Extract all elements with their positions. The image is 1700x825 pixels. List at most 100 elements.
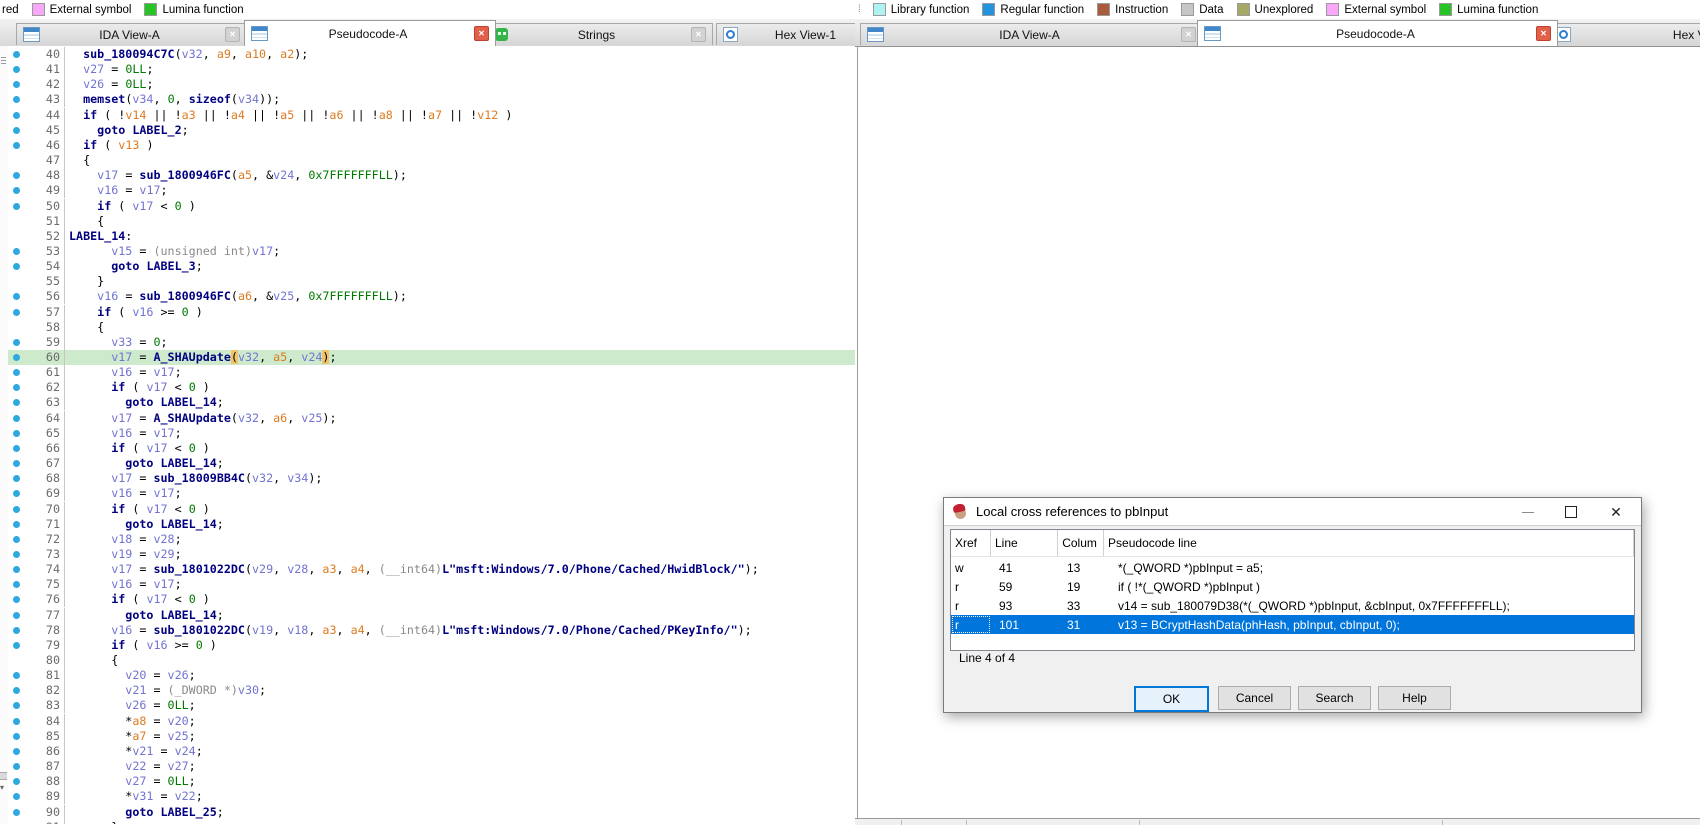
code-text[interactable]: if ( !v14 || !a3 || !a4 || !a5 || !a6 ||…	[64, 108, 855, 123]
code-line[interactable]: 45 goto LABEL_2;	[8, 123, 855, 138]
code-line[interactable]: 91 }	[8, 820, 855, 824]
code-text[interactable]: v27 = 0LL;	[64, 62, 855, 77]
code-line[interactable]: 70 if ( v17 < 0 )	[8, 502, 855, 517]
code-text[interactable]: v20 = v26;	[64, 668, 855, 683]
code-line[interactable]: 85 *a7 = v25;	[8, 729, 855, 744]
code-line[interactable]: 78 v16 = sub_1801022DC(v19, v18, a3, a4,…	[8, 623, 855, 638]
code-text[interactable]: }	[64, 820, 855, 824]
list-header[interactable]: XrefLineColumPseudocode line	[951, 530, 1634, 557]
code-text[interactable]: *a8 = v20;	[64, 714, 855, 729]
code-text[interactable]: v27 = 0LL;	[64, 774, 855, 789]
code-text[interactable]: v16 = v17;	[64, 426, 855, 441]
code-text[interactable]: v17 = sub_1800946FC(a5, &v24, 0x7FFFFFFF…	[64, 168, 855, 183]
code-line[interactable]: 80 {	[8, 653, 855, 668]
tab-close-icon[interactable]: ✕	[691, 27, 706, 42]
code-line[interactable]: 67 goto LABEL_14;	[8, 456, 855, 471]
code-line[interactable]: 68 v17 = sub_18009BB4C(v32, v34);	[8, 471, 855, 486]
code-line[interactable]: 49 v16 = v17;	[8, 183, 855, 198]
code-text[interactable]: v19 = v29;	[64, 547, 855, 562]
code-text[interactable]: goto LABEL_14;	[64, 395, 855, 410]
code-text[interactable]: v17 = sub_1801022DC(v29, v28, a3, a4, (_…	[64, 562, 855, 577]
code-text[interactable]: *v31 = v22;	[64, 789, 855, 804]
code-line[interactable]: 71 goto LABEL_14;	[8, 517, 855, 532]
help-button[interactable]: Help	[1378, 686, 1451, 710]
xref-row[interactable]: r10131v13 = BCryptHashData(phHash, pbInp…	[951, 615, 1634, 634]
code-line[interactable]: 66 if ( v17 < 0 )	[8, 441, 855, 456]
code-text[interactable]: if ( v17 < 0 )	[64, 592, 855, 607]
code-text[interactable]: v16 = v17;	[64, 183, 855, 198]
tab-close-icon[interactable]: ✕	[1536, 26, 1551, 41]
code-line[interactable]: 86 *v21 = v24;	[8, 744, 855, 759]
code-text[interactable]: if ( v17 < 0 )	[64, 380, 855, 395]
code-line[interactable]: 42 v26 = 0LL;	[8, 77, 855, 92]
xref-row[interactable]: r5919if ( !*(_QWORD *)pbInput )	[951, 577, 1634, 596]
code-line[interactable]: 55 }	[8, 274, 855, 289]
code-text[interactable]: v33 = 0;	[64, 335, 855, 350]
code-line[interactable]: 84 *a8 = v20;	[8, 714, 855, 729]
code-line[interactable]: 75 v16 = v17;	[8, 577, 855, 592]
code-line[interactable]: 43 memset(v34, 0, sizeof(v34));	[8, 92, 855, 107]
tab-strings[interactable]: Strings✕	[488, 23, 713, 45]
chevron-down-icon[interactable]: ▾	[0, 784, 8, 792]
code-line[interactable]: 74 v17 = sub_1801022DC(v29, v28, a3, a4,…	[8, 562, 855, 577]
code-text[interactable]: if ( v17 < 0 )	[64, 199, 855, 214]
column-header-pseudocode-line[interactable]: Pseudocode line	[1104, 530, 1634, 556]
code-line[interactable]: 87 v22 = v27;	[8, 759, 855, 774]
tab-pseudocode-a[interactable]: Pseudocode-A✕	[244, 20, 496, 46]
code-text[interactable]: }	[64, 274, 855, 289]
code-line[interactable]: 57 if ( v16 >= 0 )	[8, 305, 855, 320]
cancel-button[interactable]: Cancel	[1218, 686, 1291, 710]
code-line[interactable]: 58 {	[8, 320, 855, 335]
code-text[interactable]: v21 = (_DWORD *)v30;	[64, 683, 855, 698]
code-line[interactable]: 47 {	[8, 153, 855, 168]
tab-hex-view-1[interactable]: Hex View-1	[1549, 23, 1700, 45]
code-line[interactable]: 60 v17 = A_SHAUpdate(v32, a5, v24);	[8, 350, 855, 365]
code-line[interactable]: 89 *v31 = v22;	[8, 789, 855, 804]
tab-pseudocode-a[interactable]: Pseudocode-A✕	[1197, 20, 1558, 46]
column-header-xref[interactable]: Xref	[951, 530, 991, 556]
code-text[interactable]: v16 = v17;	[64, 365, 855, 380]
code-text[interactable]: v26 = 0LL;	[64, 77, 855, 92]
code-line[interactable]: 46 if ( v13 )	[8, 138, 855, 153]
code-text[interactable]: {	[64, 214, 855, 229]
xref-row[interactable]: w4113*(_QWORD *)pbInput = a5;	[951, 558, 1634, 577]
code-line[interactable]: 62 if ( v17 < 0 )	[8, 380, 855, 395]
pseudocode-pane[interactable]: 40 sub_180094C7C(v32, a9, a10, a2);41 v2…	[8, 46, 855, 824]
code-text[interactable]: v15 = (unsigned int)v17;	[64, 244, 855, 259]
code-text[interactable]: goto LABEL_2;	[64, 123, 855, 138]
code-text[interactable]: v22 = v27;	[64, 759, 855, 774]
code-text[interactable]: v26 = 0LL;	[64, 698, 855, 713]
code-line[interactable]: 61 v16 = v17;	[8, 365, 855, 380]
code-text[interactable]: v17 = sub_18009BB4C(v32, v34);	[64, 471, 855, 486]
code-line[interactable]: 88 v27 = 0LL;	[8, 774, 855, 789]
code-text[interactable]: memset(v34, 0, sizeof(v34));	[64, 92, 855, 107]
code-text[interactable]: sub_180094C7C(v32, a9, a10, a2);	[64, 47, 855, 62]
code-line[interactable]: 56 v16 = sub_1800946FC(a6, &v25, 0x7FFFF…	[8, 289, 855, 304]
tab-close-icon[interactable]: ✕	[474, 26, 489, 41]
code-line[interactable]: 44 if ( !v14 || !a3 || !a4 || !a5 || !a6…	[8, 108, 855, 123]
code-line[interactable]: 53 v15 = (unsigned int)v17;	[8, 244, 855, 259]
code-text[interactable]: {	[64, 653, 855, 668]
code-text[interactable]: goto LABEL_14;	[64, 456, 855, 471]
code-line[interactable]: 59 v33 = 0;	[8, 335, 855, 350]
tab-close-icon[interactable]: ✕	[225, 27, 240, 42]
code-line[interactable]: 83 v26 = 0LL;	[8, 698, 855, 713]
code-line[interactable]: 54 goto LABEL_3;	[8, 259, 855, 274]
code-line[interactable]: 40 sub_180094C7C(v32, a9, a10, a2);	[8, 47, 855, 62]
search-button[interactable]: Search	[1298, 686, 1371, 710]
code-text[interactable]: *v21 = v24;	[64, 744, 855, 759]
tab-close-icon[interactable]: ✕	[1181, 27, 1196, 42]
code-text[interactable]: v17 = A_SHAUpdate(v32, a5, v24);	[64, 350, 855, 365]
scroll-thumb[interactable]	[0, 772, 7, 780]
code-text[interactable]: LABEL_14:	[64, 229, 855, 244]
code-line[interactable]: 63 goto LABEL_14;	[8, 395, 855, 410]
code-text[interactable]: *a7 = v25;	[64, 729, 855, 744]
xref-row[interactable]: r9333v14 = sub_180079D38(*(_QWORD *)pbIn…	[951, 596, 1634, 615]
code-text[interactable]: goto LABEL_3;	[64, 259, 855, 274]
column-header-line[interactable]: Line	[991, 530, 1058, 556]
code-text[interactable]: v16 = sub_1800946FC(a6, &v25, 0x7FFFFFFF…	[64, 289, 855, 304]
code-line[interactable]: 82 v21 = (_DWORD *)v30;	[8, 683, 855, 698]
code-text[interactable]: v16 = sub_1801022DC(v19, v18, a3, a4, (_…	[64, 623, 855, 638]
close-icon[interactable]: ✕	[1606, 503, 1626, 521]
code-text[interactable]: if ( v13 )	[64, 138, 855, 153]
